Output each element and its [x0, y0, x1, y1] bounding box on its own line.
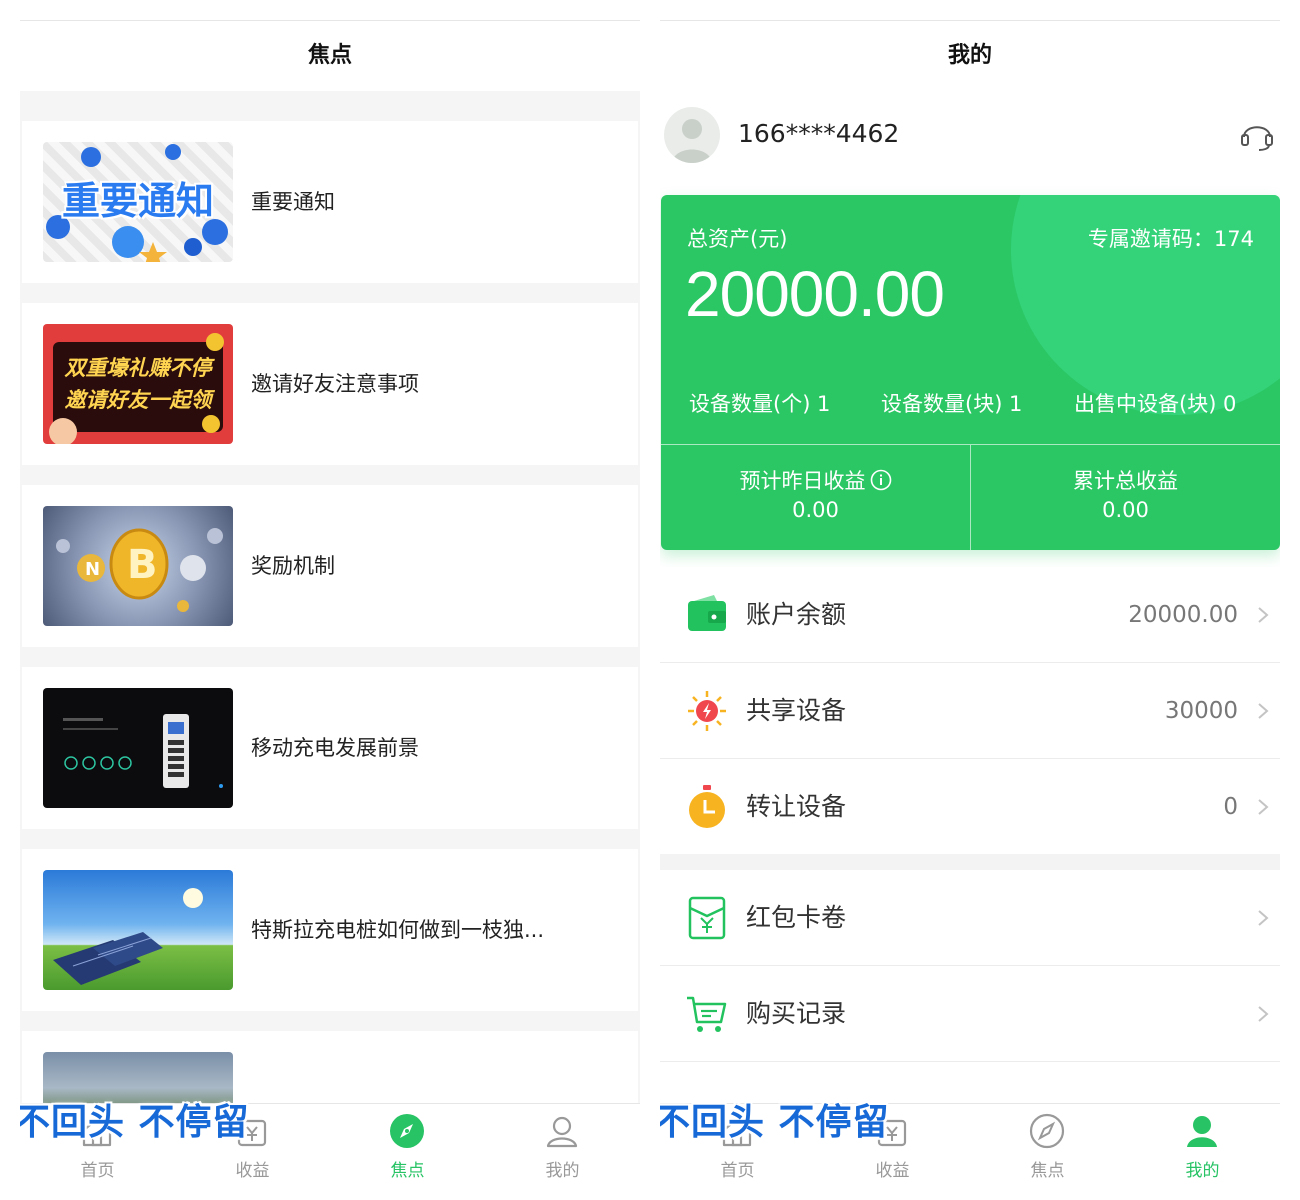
news-title: 邀请好友注意事项: [251, 372, 419, 396]
menu-purchase-records[interactable]: 购买记录: [660, 966, 1280, 1062]
news-item-tesla-charging[interactable]: 特斯拉充电桩如何做到一枝独...: [22, 849, 638, 1011]
devices-on-sale: 出售中设备(块) 0: [1074, 392, 1237, 416]
news-title: 重要通知: [251, 190, 335, 214]
sun-device-icon: [688, 691, 726, 731]
avatar[interactable]: [664, 107, 720, 163]
total-assets-label: 总资产(元): [687, 227, 788, 251]
menu-value: 0: [1223, 794, 1238, 820]
news-thumbnail: 重要通知: [43, 142, 233, 262]
device-count-units: 设备数量(个) 1: [689, 392, 831, 416]
asset-card: 总资产(元) 专属邀请码：174 20000.00 设备数量(个) 1 设备数量…: [661, 195, 1280, 550]
coins-decoration: [49, 333, 224, 444]
menu-value: 30000: [1164, 698, 1238, 724]
menu-label: 红包卡卷: [746, 903, 847, 932]
cart-icon: [687, 996, 727, 1032]
news-title: 奖励机制: [251, 554, 335, 578]
news-item-invite-friends[interactable]: 双重壕礼赚不停 邀请好友一起领 邀请好友注意事项: [22, 303, 638, 465]
news-title: 特斯拉充电桩如何做到一枝独...: [251, 918, 545, 942]
user-header: 166****4462: [660, 91, 1280, 177]
overlay-caption: 不回头 不停留: [20, 1102, 250, 1143]
svg-text:N: N: [85, 559, 100, 580]
solar-panels-image: [53, 888, 203, 985]
news-thumbnail-text: 重要通知: [61, 179, 214, 223]
menu-label: 账户余额: [746, 600, 847, 629]
news-thumbnail: [43, 688, 233, 808]
total-earnings[interactable]: 累计总收益 0.00: [971, 445, 1280, 550]
yesterday-earnings[interactable]: 预计昨日收益 0.00: [661, 445, 970, 550]
device-count-blocks: 设备数量(块) 1: [881, 392, 1023, 416]
tab-focus[interactable]: 焦点: [330, 1104, 485, 1200]
news-thumbnail: 双重壕礼赚不停 邀请好友一起领: [43, 324, 233, 444]
menu-label: 共享设备: [746, 696, 847, 725]
tab-mine[interactable]: 我的: [485, 1104, 640, 1200]
menu-label: 购买记录: [746, 999, 847, 1028]
user-icon: [546, 1116, 578, 1148]
chevron-right-icon: [1258, 703, 1269, 719]
chevron-right-icon: [1258, 799, 1269, 815]
news-item-reward-mechanism[interactable]: N B 奖励机制: [22, 485, 638, 647]
compass-icon: [390, 1114, 424, 1148]
chevron-right-icon: [1258, 1006, 1269, 1022]
headset-icon[interactable]: [1238, 115, 1276, 153]
news-thumbnail: N B: [43, 506, 233, 626]
overlay-caption: 不回头 不停留: [660, 1102, 890, 1143]
tab-label: 收益: [235, 1161, 270, 1181]
timer-icon: [689, 785, 725, 828]
yesterday-earnings-label: 预计昨日收益: [739, 469, 866, 493]
tab-mine[interactable]: 我的: [1125, 1104, 1280, 1200]
tab-label: 焦点: [390, 1161, 425, 1181]
menu-label: 转让设备: [746, 792, 847, 821]
tab-label: 焦点: [1030, 1161, 1065, 1181]
focus-screen: 焦点 重要通知 重要通知 双重壕礼赚不停 邀请好友一起领 邀请好友注意事项 N …: [20, 0, 640, 1200]
tab-label: 我的: [545, 1161, 580, 1181]
section-gap: [660, 854, 1280, 870]
news-item-important-notice[interactable]: 重要通知 重要通知: [22, 121, 638, 283]
page-title: 我的: [947, 43, 992, 68]
user-phone: 166****4462: [738, 119, 900, 148]
total-earnings-label: 累计总收益: [1073, 469, 1178, 493]
news-thumbnail: [43, 870, 233, 990]
invite-code: 专属邀请码：174: [1087, 227, 1254, 251]
tab-label: 收益: [875, 1161, 910, 1181]
compass-icon: [1029, 1113, 1065, 1149]
chevron-right-icon: [1258, 910, 1269, 926]
menu-account-balance[interactable]: 账户余额 20000.00: [660, 567, 1280, 663]
chevron-right-icon: [1258, 607, 1269, 623]
total-earnings-value: 0.00: [1102, 498, 1149, 522]
news-item-mobile-charging[interactable]: 移动充电发展前景: [22, 667, 638, 829]
tab-label: 首页: [80, 1161, 115, 1181]
default-avatar-icon: [672, 119, 712, 163]
mine-screen: 我的 166****4462 总资产(元) 专属邀请码：174 20000.00…: [660, 0, 1280, 1200]
info-icon[interactable]: [870, 469, 892, 491]
user-icon: [1187, 1116, 1217, 1147]
news-list: 重要通知 重要通知 双重壕礼赚不停 邀请好友一起领 邀请好友注意事项 N B 奖…: [20, 91, 640, 1193]
charging-station-image: [63, 714, 223, 788]
menu-shared-devices[interactable]: 共享设备 30000: [660, 663, 1280, 759]
menu-value: 20000.00: [1128, 602, 1238, 628]
yesterday-earnings-value: 0.00: [792, 498, 839, 522]
tab-focus[interactable]: 焦点: [970, 1104, 1125, 1200]
crypto-coins-decoration: N B: [56, 528, 223, 612]
wallet-icon: [688, 595, 726, 631]
total-assets-amount: 20000.00: [685, 258, 945, 330]
page-title: 焦点: [307, 43, 352, 68]
tab-label: 我的: [1185, 1161, 1220, 1181]
menu-transfer-devices[interactable]: 转让设备 0: [660, 759, 1280, 855]
red-envelope-icon: [688, 896, 726, 940]
svg-text:B: B: [127, 542, 158, 588]
news-title: 移动充电发展前景: [251, 736, 419, 760]
tab-label: 首页: [720, 1161, 755, 1181]
menu-red-envelope[interactable]: 红包卡卷: [660, 870, 1280, 966]
